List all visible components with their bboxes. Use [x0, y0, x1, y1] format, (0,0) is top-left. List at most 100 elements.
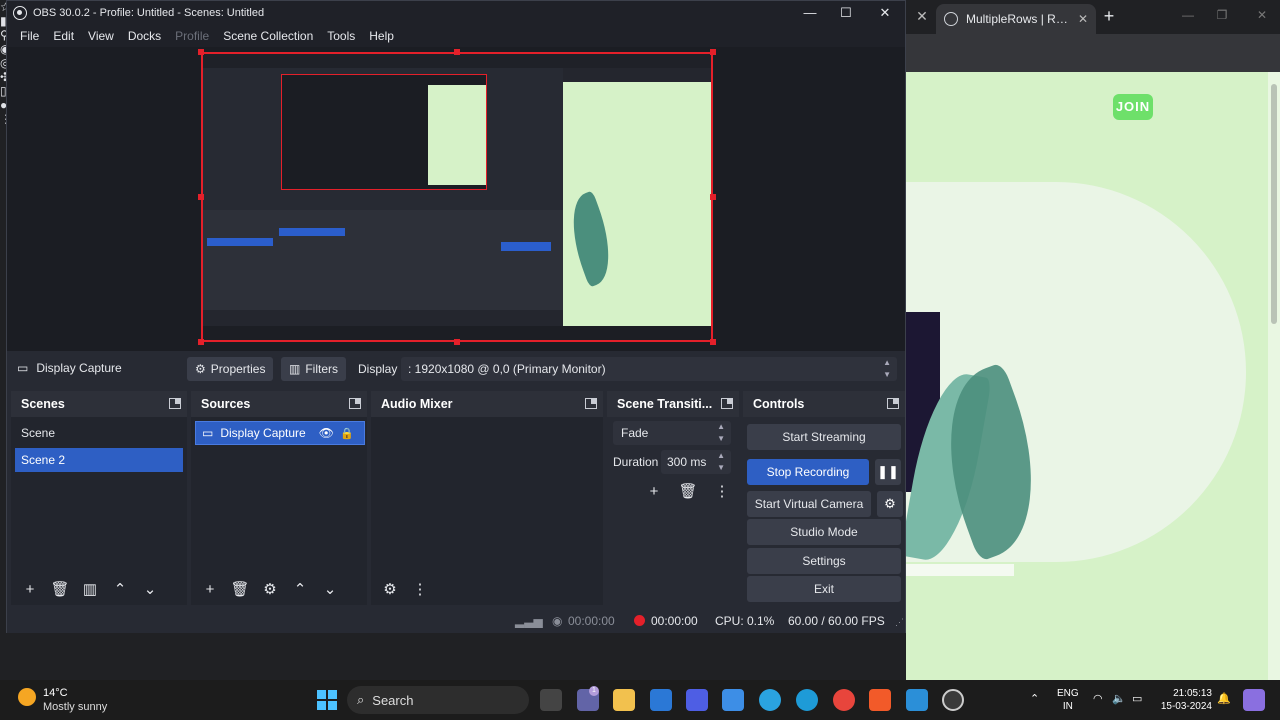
- resize-handle[interactable]: [454, 339, 460, 345]
- filters-button[interactable]: ▥ Filters: [281, 357, 347, 381]
- captured-docks: [203, 210, 563, 310]
- start-icon[interactable]: [317, 690, 337, 710]
- page-scrollbar[interactable]: [1268, 72, 1280, 680]
- close-icon[interactable]: ✕: [1252, 8, 1272, 22]
- maximize-icon[interactable]: ☐: [837, 4, 855, 22]
- display-capture-preview[interactable]: [201, 52, 713, 342]
- close-tab-icon[interactable]: ✕: [914, 8, 930, 24]
- telegram-icon[interactable]: [759, 689, 781, 711]
- undock-icon[interactable]: [585, 398, 597, 409]
- weather-temperature[interactable]: 14°C: [43, 687, 68, 699]
- duration-input[interactable]: 300 ms ▲ ▼: [661, 450, 731, 474]
- file-explorer-icon[interactable]: [613, 689, 635, 711]
- properties-button[interactable]: ⚙ Properties: [187, 357, 274, 381]
- updown-icon[interactable]: ▲ ▼: [717, 450, 725, 474]
- app-icon[interactable]: [686, 689, 708, 711]
- maximize-icon[interactable]: ❐: [1212, 8, 1232, 22]
- brave-icon[interactable]: [869, 689, 891, 711]
- browser-tab[interactable]: MultipleRows | React ✕: [936, 4, 1096, 34]
- transition-select[interactable]: Fade ▲ ▼: [613, 421, 731, 445]
- menu-help[interactable]: Help: [362, 29, 401, 43]
- battery-icon[interactable]: ▭: [1132, 692, 1142, 705]
- task-view-icon[interactable]: [540, 689, 562, 711]
- controls-dock: Controls Start Streaming Stop Recording …: [743, 391, 905, 605]
- trash-icon[interactable]: 🗑: [227, 578, 253, 602]
- start-virtual-camera-button[interactable]: Start Virtual Camera: [747, 491, 871, 517]
- stop-recording-button[interactable]: Stop Recording: [747, 459, 869, 485]
- menu-edit[interactable]: Edit: [46, 29, 81, 43]
- exit-button[interactable]: Exit: [747, 576, 901, 602]
- start-streaming-button[interactable]: Start Streaming: [747, 424, 901, 450]
- resize-grip-icon[interactable]: ⋰: [895, 617, 904, 628]
- menu-docks[interactable]: Docks: [121, 29, 168, 43]
- edge-icon[interactable]: [796, 689, 818, 711]
- taskbar-search[interactable]: ⌕ Search: [347, 686, 529, 714]
- scene-item[interactable]: Scene: [15, 421, 183, 445]
- scene-item[interactable]: Scene 2: [15, 448, 183, 472]
- display-select[interactable]: : 1920x1080 @ 0,0 (Primary Monitor) ▲ ▼: [401, 357, 897, 381]
- studio-mode-button[interactable]: Studio Mode: [747, 519, 901, 545]
- volume-icon[interactable]: 🔈: [1112, 692, 1126, 705]
- more-icon[interactable]: ⋮: [709, 480, 735, 504]
- minimize-icon[interactable]: —: [1178, 8, 1198, 22]
- scenes-dock-title: Scenes: [11, 391, 187, 417]
- source-item[interactable]: ▭ Display Capture 👁 🔒: [195, 421, 365, 445]
- undock-icon[interactable]: [887, 398, 899, 409]
- pause-icon[interactable]: ❚❚: [875, 459, 901, 485]
- gear-icon[interactable]: ⚙: [877, 491, 903, 517]
- menu-scene-collection[interactable]: Scene Collection: [216, 29, 320, 43]
- undock-icon[interactable]: [169, 398, 181, 409]
- chevron-down-icon[interactable]: ⌄: [137, 578, 163, 602]
- new-tab-button[interactable]: +: [1100, 7, 1118, 26]
- resize-handle[interactable]: [454, 49, 460, 55]
- chrome-icon[interactable]: [833, 689, 855, 711]
- eye-icon[interactable]: 👁: [319, 426, 334, 440]
- bell-icon[interactable]: 🔔: [1217, 692, 1231, 705]
- trash-icon[interactable]: 🗑: [675, 480, 701, 504]
- menu-file[interactable]: File: [13, 29, 46, 43]
- scrollbar-thumb[interactable]: [1271, 84, 1277, 324]
- resize-handle[interactable]: [710, 339, 716, 345]
- clock[interactable]: 21:05:13 15-03-2024: [1156, 687, 1212, 713]
- browser-page-content: [906, 72, 1280, 680]
- copilot-icon[interactable]: [1243, 689, 1265, 711]
- obs-icon[interactable]: [942, 689, 964, 711]
- close-icon[interactable]: ✕: [876, 4, 894, 22]
- preview-canvas[interactable]: [7, 47, 905, 351]
- lock-icon[interactable]: 🔒: [340, 427, 354, 440]
- chevron-up-icon[interactable]: ⌃: [107, 578, 133, 602]
- chevron-down-icon[interactable]: ⌄: [317, 578, 343, 602]
- filter-icon[interactable]: ▥: [77, 578, 103, 602]
- menu-view[interactable]: View: [81, 29, 121, 43]
- chevron-up-icon[interactable]: ⌃: [287, 578, 313, 602]
- join-button[interactable]: JOIN: [1113, 94, 1153, 120]
- notepad-icon[interactable]: [722, 689, 744, 711]
- resize-handle[interactable]: [710, 194, 716, 200]
- weather-sun-icon[interactable]: [18, 688, 36, 706]
- more-icon[interactable]: ⋮: [407, 578, 433, 602]
- resize-handle[interactable]: [198, 194, 204, 200]
- resize-handle[interactable]: [198, 339, 204, 345]
- resize-handle[interactable]: [710, 49, 716, 55]
- gear-icon[interactable]: ⚙: [257, 578, 283, 602]
- add-icon[interactable]: +: [17, 578, 43, 602]
- chevron-up-icon[interactable]: ⌃: [1030, 692, 1039, 705]
- menu-tools[interactable]: Tools: [320, 29, 362, 43]
- weather-description[interactable]: Mostly sunny: [43, 701, 107, 713]
- settings-button[interactable]: Settings: [747, 548, 901, 574]
- vscode-icon[interactable]: [906, 689, 928, 711]
- scenes-dock: Scenes Scene Scene 2 + 🗑 ▥ ⌃ ⌄: [11, 391, 187, 605]
- wifi-icon[interactable]: ◠: [1093, 692, 1103, 705]
- close-tab-icon[interactable]: ✕: [1078, 12, 1088, 26]
- menu-profile[interactable]: Profile: [168, 29, 216, 43]
- undock-icon[interactable]: [721, 398, 733, 409]
- resize-handle[interactable]: [198, 49, 204, 55]
- trash-icon[interactable]: 🗑: [47, 578, 73, 602]
- minimize-icon[interactable]: —: [801, 4, 819, 22]
- language-indicator[interactable]: ENG IN: [1057, 687, 1079, 713]
- store-icon[interactable]: [650, 689, 672, 711]
- gear-icon[interactable]: ⚙: [377, 578, 403, 602]
- add-icon[interactable]: +: [641, 480, 667, 504]
- add-icon[interactable]: +: [197, 578, 223, 602]
- undock-icon[interactable]: [349, 398, 361, 409]
